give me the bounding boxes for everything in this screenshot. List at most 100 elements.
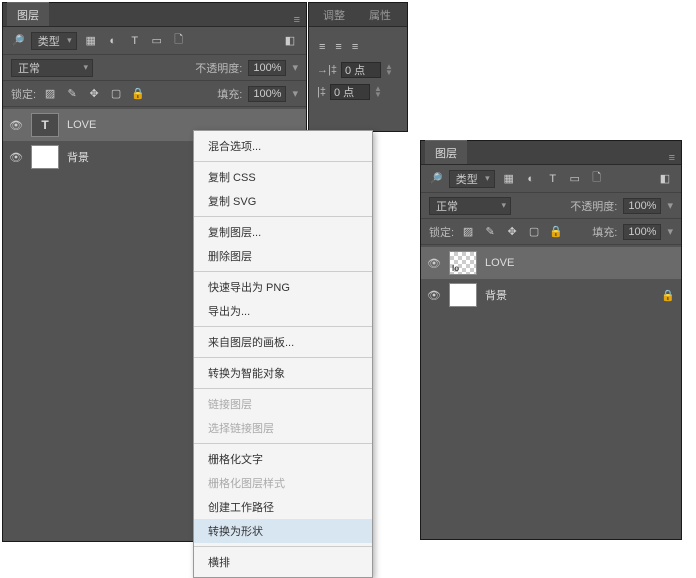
blend-mode-dropdown[interactable]: 正常 xyxy=(11,59,93,77)
lock-icon: 🔒 xyxy=(661,289,675,302)
lock-label: 锁定: xyxy=(11,86,36,102)
lock-artboard-icon[interactable]: ▢ xyxy=(526,224,542,240)
filter-text-icon[interactable]: T xyxy=(545,171,561,187)
menu-separator xyxy=(194,546,372,547)
bg-layer-thumb[interactable] xyxy=(449,283,477,307)
indent-first-input[interactable] xyxy=(341,62,381,78)
visibility-icon[interactable]: 👁 xyxy=(9,151,23,164)
lock-position-icon[interactable]: ✥ xyxy=(86,86,102,102)
layer-row[interactable]: 👁 背景 🔒 xyxy=(421,279,681,311)
filter-shape-icon[interactable]: ▭ xyxy=(149,33,165,49)
menu-item[interactable]: 混合选项... xyxy=(194,134,372,158)
blend-opacity-row: 正常 不透明度: 100% ▾ xyxy=(421,193,681,219)
fill-value[interactable]: 100% xyxy=(248,86,286,102)
filter-shape-icon[interactable]: ▭ xyxy=(567,171,583,187)
tab-layers[interactable]: 图层 xyxy=(425,140,467,164)
layer-list: 👁 LOVE 👁 背景 🔒 xyxy=(421,245,681,313)
fill-value[interactable]: 100% xyxy=(623,224,661,240)
indent-left-icon: |‡ xyxy=(317,86,326,98)
filter-kind-dropdown[interactable]: 类型 xyxy=(449,170,495,188)
stepper-icon[interactable]: ▲▼ xyxy=(385,64,393,76)
layer-name[interactable]: LOVE xyxy=(485,257,675,269)
filter-pixel-icon[interactable]: ▦ xyxy=(83,33,99,49)
filter-smart-icon[interactable]: 🗋 xyxy=(589,171,605,187)
menu-item[interactable]: 来自图层的画板... xyxy=(194,330,372,354)
lock-all-icon[interactable]: 🔒 xyxy=(548,224,564,240)
menu-item[interactable]: 创建工作路径 xyxy=(194,495,372,519)
menu-item[interactable]: 复制 CSS xyxy=(194,165,372,189)
menu-item[interactable]: 转换为形状 xyxy=(194,519,372,543)
lock-image-icon[interactable]: ✎ xyxy=(64,86,80,102)
menu-item[interactable]: 复制图层... xyxy=(194,220,372,244)
filter-adjust-icon[interactable]: ◐ xyxy=(105,33,121,49)
indent-first-icon: →|‡ xyxy=(317,64,337,76)
menu-separator xyxy=(194,271,372,272)
visibility-icon[interactable]: 👁 xyxy=(427,289,441,302)
menu-item[interactable]: 横排 xyxy=(194,550,372,574)
properties-panel: 调整 属性 ≡ ≡ ≡ →|‡ ▲▼ |‡ ▲▼ xyxy=(308,2,408,132)
align-left-icon[interactable]: ≡ xyxy=(319,41,325,53)
filter-toggle-icon[interactable]: ◧ xyxy=(282,33,298,49)
fill-flyout-icon[interactable]: ▾ xyxy=(667,225,673,238)
menu-separator xyxy=(194,161,372,162)
shape-layer-thumb[interactable] xyxy=(449,251,477,275)
filter-kind-dropdown[interactable]: 类型 xyxy=(31,32,77,50)
menu-item[interactable]: 删除图层 xyxy=(194,244,372,268)
tab-properties[interactable]: 属性 xyxy=(359,3,401,26)
tab-layers[interactable]: 图层 xyxy=(7,2,49,26)
blend-opacity-row: 正常 不透明度: 100% ▾ xyxy=(3,55,306,81)
visibility-icon[interactable]: 👁 xyxy=(9,119,23,132)
menu-item: 栅格化图层样式 xyxy=(194,471,372,495)
align-center-icon[interactable]: ≡ xyxy=(335,41,341,53)
lock-image-icon[interactable]: ✎ xyxy=(482,224,498,240)
indent-left-input[interactable] xyxy=(330,84,370,100)
filter-pixel-icon[interactable]: ▦ xyxy=(501,171,517,187)
bg-layer-thumb[interactable] xyxy=(31,145,59,169)
layers-panel-right: 图层 ≡ 🔎 类型 ▦ ◐ T ▭ 🗋 ◧ 正常 不透明度: 100% ▾ 锁定… xyxy=(420,140,682,540)
fill-flyout-icon[interactable]: ▾ xyxy=(292,87,298,100)
layer-filter-row: 🔎 类型 ▦ ◐ T ▭ 🗋 ◧ xyxy=(3,27,306,55)
menu-item: 链接图层 xyxy=(194,392,372,416)
panel-tab-bar: 图层 ≡ xyxy=(3,3,306,27)
filter-toggle-icon[interactable]: ◧ xyxy=(657,171,673,187)
lock-transparency-icon[interactable]: ▨ xyxy=(460,224,476,240)
lock-position-icon[interactable]: ✥ xyxy=(504,224,520,240)
menu-separator xyxy=(194,443,372,444)
lock-label: 锁定: xyxy=(429,224,454,240)
menu-separator xyxy=(194,326,372,327)
blend-mode-dropdown[interactable]: 正常 xyxy=(429,197,511,215)
panel-tab-bar: 调整 属性 xyxy=(309,3,407,27)
lock-transparency-icon[interactable]: ▨ xyxy=(42,86,58,102)
layer-context-menu: 混合选项... 复制 CSS复制 SVG 复制图层...删除图层快速导出为 PNG导… xyxy=(193,130,373,578)
filter-text-icon[interactable]: T xyxy=(127,33,143,49)
filter-adjust-icon[interactable]: ◐ xyxy=(523,171,539,187)
lock-all-icon[interactable]: 🔒 xyxy=(130,86,146,102)
layer-name[interactable]: 背景 xyxy=(485,287,653,303)
text-layer-thumb[interactable]: T xyxy=(31,113,59,137)
menu-separator xyxy=(194,357,372,358)
visibility-icon[interactable]: 👁 xyxy=(427,257,441,270)
opacity-value[interactable]: 100% xyxy=(623,198,661,214)
fill-label: 填充: xyxy=(592,224,617,240)
tab-adjustments[interactable]: 调整 xyxy=(313,3,355,26)
layer-row[interactable]: 👁 LOVE xyxy=(421,247,681,279)
menu-item[interactable]: 栅格化文字 xyxy=(194,447,372,471)
menu-item[interactable]: 导出为... xyxy=(194,299,372,323)
panel-menu-icon[interactable]: ≡ xyxy=(663,152,681,164)
opacity-label: 不透明度: xyxy=(570,198,617,214)
opacity-flyout-icon[interactable]: ▾ xyxy=(292,61,298,74)
indent-first-row: →|‡ ▲▼ xyxy=(309,59,407,81)
filter-kind-icon: 🔎 xyxy=(429,172,443,185)
opacity-value[interactable]: 100% xyxy=(248,60,286,76)
menu-separator xyxy=(194,216,372,217)
menu-item[interactable]: 复制 SVG xyxy=(194,189,372,213)
panel-menu-icon[interactable]: ≡ xyxy=(288,14,306,26)
opacity-flyout-icon[interactable]: ▾ xyxy=(667,199,673,212)
align-right-icon[interactable]: ≡ xyxy=(352,41,358,53)
menu-item[interactable]: 转换为智能对象 xyxy=(194,361,372,385)
menu-item[interactable]: 快速导出为 PNG xyxy=(194,275,372,299)
stepper-icon[interactable]: ▲▼ xyxy=(374,86,382,98)
opacity-label: 不透明度: xyxy=(195,60,242,76)
filter-smart-icon[interactable]: 🗋 xyxy=(171,33,187,49)
lock-artboard-icon[interactable]: ▢ xyxy=(108,86,124,102)
